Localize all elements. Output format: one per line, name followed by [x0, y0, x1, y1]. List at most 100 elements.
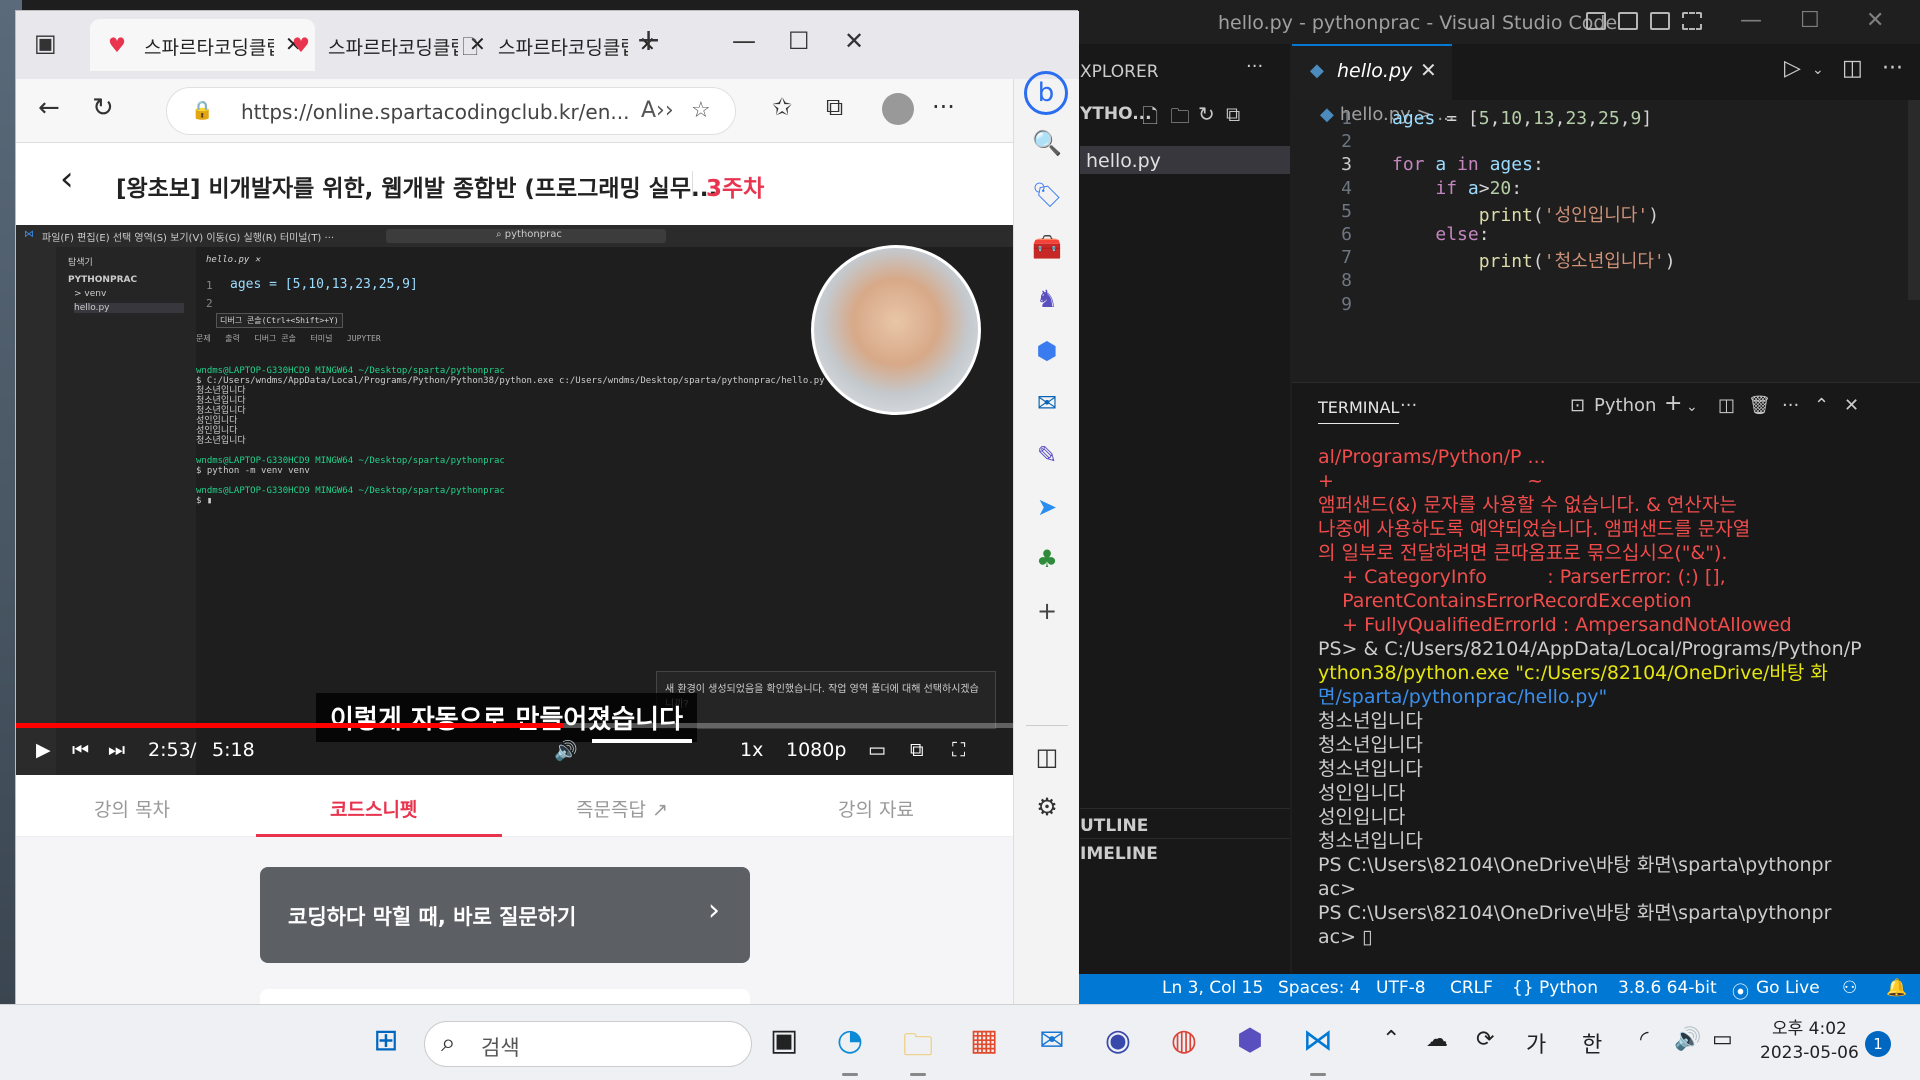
battery-icon[interactable]: ▭ [1712, 1027, 1733, 1052]
more-menu-icon[interactable]: ··· [932, 93, 955, 121]
app-icon[interactable]: ◉ [1098, 1023, 1138, 1063]
volume-slider[interactable] [592, 739, 692, 743]
chevron-down-icon[interactable]: ⌄ [1686, 399, 1698, 415]
minimap[interactable] [1908, 100, 1920, 300]
collections-icon[interactable]: ⧉ [826, 93, 843, 121]
code-line[interactable]: print('성인입니다') [1392, 201, 1659, 227]
new-tab-icon[interactable]: + [636, 23, 661, 58]
more-actions-icon[interactable]: ··· [1246, 56, 1263, 77]
split-terminal-icon[interactable]: ◫ [1718, 395, 1735, 416]
search-icon[interactable]: 🔍 [1032, 129, 1062, 159]
task-view-icon[interactable]: ▣ [764, 1023, 804, 1063]
profile-avatar[interactable] [882, 93, 914, 125]
taskbar-search[interactable]: ⌕ 검색 [424, 1021, 752, 1067]
ask-question-button[interactable]: 코딩하다 막힐 때, 바로 질문하기 › [260, 867, 750, 963]
terminal-panel[interactable]: TERMINAL ··· ⊡ Python + ⌄ ◫ 🗑 ··· ⌃ ✕ al… [1292, 382, 1920, 974]
code-line[interactable]: if a>20: [1392, 178, 1522, 199]
toggle-panel-icon[interactable] [1618, 12, 1638, 30]
ime-mode-2[interactable]: 한 [1582, 1027, 1602, 1059]
notification-badge[interactable]: 1 [1865, 1031, 1891, 1057]
explorer-file-hello-py[interactable]: hello.py [1080, 146, 1290, 174]
split-editor-icon[interactable]: ◫ [1842, 56, 1863, 81]
games-icon[interactable]: ♞ [1032, 285, 1062, 315]
minimize-icon[interactable]: — [1740, 8, 1762, 33]
picture-in-picture-icon[interactable]: ⧉ [910, 739, 924, 761]
toggle-secondary-sidebar-icon[interactable] [1650, 12, 1670, 30]
gear-icon[interactable]: ⚙ [1032, 793, 1062, 823]
run-icon[interactable]: ▷ [1784, 56, 1801, 81]
explorer-folder-section[interactable]: YTHO... [1080, 104, 1152, 124]
code-line[interactable]: print('청소년입니다') [1392, 247, 1676, 273]
tools-icon[interactable]: 🧰 [1032, 233, 1062, 263]
wifi-icon[interactable]: ◜ [1640, 1027, 1649, 1052]
favorites-icon[interactable]: ✩ [772, 93, 792, 121]
close-icon[interactable]: ✕ [844, 27, 864, 55]
vscode-taskbar-icon[interactable]: ⋈ [1298, 1023, 1338, 1076]
tab-hello-py[interactable]: ◆ hello.py ✕ [1292, 44, 1452, 100]
maximize-icon[interactable]: ☐ [1800, 8, 1820, 33]
tab-actions-icon[interactable]: ▣ [34, 29, 57, 57]
code-editor[interactable]: ◆ hello.py ✕ ▷ ⌄ ◫ ··· ◆ hello.py > ... 1… [1292, 44, 1920, 380]
quality-selector[interactable]: 1080p [786, 739, 846, 761]
next-icon[interactable]: ⏭ [108, 739, 125, 761]
close-icon[interactable]: ✕ [1866, 8, 1884, 33]
encoding[interactable]: UTF-8 [1376, 978, 1426, 998]
chrome-icon[interactable]: ◍ [1164, 1023, 1204, 1063]
customize-layout-icon[interactable] [1682, 12, 1702, 30]
more-actions-icon[interactable]: ··· [1882, 56, 1903, 81]
bell-icon[interactable]: 🔔 [1886, 978, 1907, 998]
add-favorite-icon[interactable]: ☆ [691, 98, 711, 123]
new-file-icon[interactable]: 🗋 [1142, 102, 1158, 136]
clock[interactable]: 오후 4:02 2023-05-06 [1760, 1017, 1859, 1065]
previous-icon[interactable]: ⏮ [72, 739, 89, 761]
back-arrow-icon[interactable]: ← [38, 93, 60, 123]
edge-taskbar-icon[interactable]: ◔ [830, 1023, 870, 1076]
new-folder-icon[interactable]: 🗀 [1170, 102, 1190, 136]
maximize-panel-icon[interactable]: ⌃ [1814, 395, 1829, 416]
windows-start-icon[interactable]: ⊞ [366, 1023, 406, 1063]
minimize-icon[interactable]: — [732, 27, 756, 55]
more-actions-icon[interactable]: ··· [1400, 395, 1417, 416]
outline-section[interactable]: UTLINE [1080, 816, 1148, 836]
line-ending[interactable]: CRLF [1450, 978, 1493, 998]
microsoft365-icon[interactable]: ⬢ [1032, 337, 1062, 367]
captions-icon[interactable]: ▭ [868, 739, 886, 761]
outlook-icon[interactable]: ✉ [1032, 389, 1062, 419]
designer-icon[interactable]: ✎ [1032, 441, 1062, 471]
back-chevron-icon[interactable]: ‹ [60, 159, 74, 199]
video-progress-bar[interactable] [16, 723, 1013, 728]
go-live-button[interactable]: Go Live [1756, 978, 1820, 998]
address-bar[interactable]: 🔒 https://online.spartacodingclub.kr/en.… [166, 87, 736, 135]
refresh-icon[interactable]: ↻ [1198, 102, 1215, 126]
tab-instant-qa[interactable]: 즉문즉답 ↗ [576, 795, 668, 822]
close-panel-icon[interactable]: ✕ [1844, 395, 1859, 416]
file-explorer-icon[interactable]: 🗀 [898, 1023, 938, 1076]
code-line[interactable]: ages = [5,10,13,23,25,9] [1392, 108, 1652, 129]
refresh-icon[interactable]: ↻ [92, 93, 114, 123]
mail-icon[interactable]: ✉ [1032, 1023, 1072, 1063]
playback-speed[interactable]: 1x [740, 739, 763, 761]
run-dropdown-icon[interactable]: ⌄ [1812, 62, 1824, 78]
ime-mode-1[interactable]: 가 [1526, 1027, 1546, 1059]
sync-icon[interactable]: ⟳ [1476, 1027, 1494, 1052]
add-icon[interactable]: + [1032, 597, 1062, 627]
code-line[interactable]: else: [1392, 224, 1489, 245]
feedback-icon[interactable]: ⚇ [1842, 978, 1857, 998]
terminal-output[interactable]: al/Programs/Python/P ... + ~ 앰퍼샌드(&) 문자를 사… [1318, 445, 1908, 949]
code-line[interactable]: for a in ages: [1392, 154, 1544, 175]
close-tab-icon[interactable]: ✕ [1420, 58, 1437, 82]
new-terminal-icon[interactable]: + [1664, 391, 1682, 416]
tab-terminal[interactable]: TERMINAL [1318, 398, 1400, 424]
python-interpreter[interactable]: 3.8.6 64-bit [1618, 978, 1717, 998]
fullscreen-icon[interactable]: ⛶ [952, 739, 965, 761]
tab-code-snippet[interactable]: 코드스니펫 [330, 795, 417, 822]
microsoft365-icon[interactable]: ⬢ [1230, 1023, 1270, 1063]
tree-icon[interactable]: ♣ [1032, 545, 1062, 575]
terminal-profile-label[interactable]: Python [1594, 395, 1656, 416]
volume-icon[interactable]: 🔊 [554, 739, 578, 762]
read-aloud-icon[interactable]: A›› [641, 98, 674, 123]
video-player[interactable]: ⋈ 파일(F) 편집(E) 선택 영역(S) 보기(V) 이동(G) 실행(R)… [16, 225, 1013, 775]
microsoft-store-icon[interactable]: ▦ [964, 1023, 1004, 1063]
lock-icon[interactable]: 🔒 [191, 100, 213, 121]
sidebar-toggle-icon[interactable]: ◫ [1032, 743, 1062, 773]
